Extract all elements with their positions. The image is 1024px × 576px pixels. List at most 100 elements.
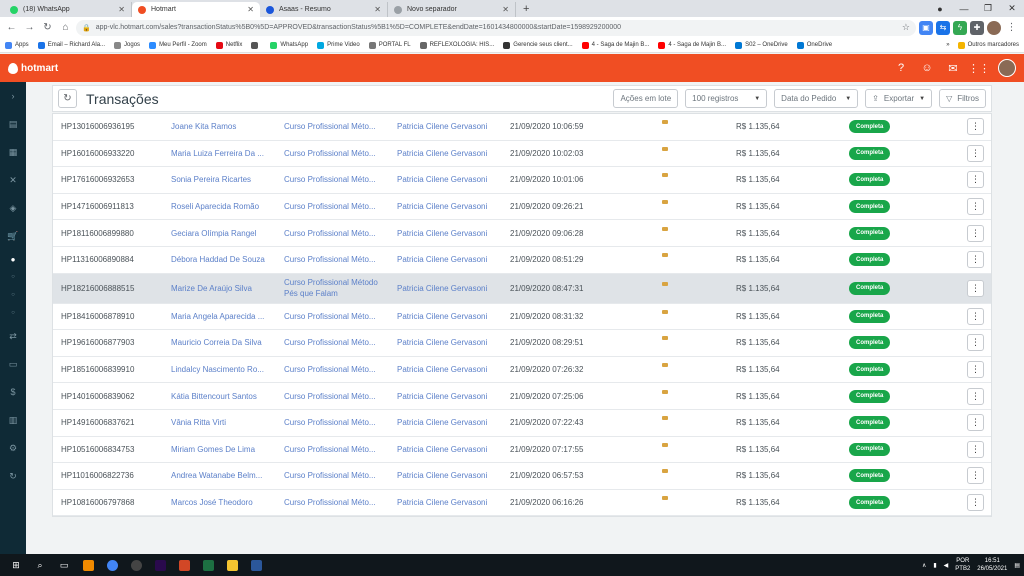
maximize-button[interactable]: ❐ xyxy=(976,0,1000,17)
affiliate-name-link[interactable]: Patricia Cilene Gervasoni xyxy=(397,365,487,374)
buyer-name-link[interactable]: Kátia Bittencourt Santos xyxy=(171,392,271,401)
row-actions-menu-button[interactable]: ⋮ xyxy=(967,198,984,216)
bookmark-item[interactable] xyxy=(251,41,261,49)
buyer-name-link[interactable]: Roseli Aparecida Romão xyxy=(171,202,271,211)
row-actions-menu-button[interactable]: ⋮ xyxy=(967,467,984,485)
row-actions-menu-button[interactable]: ⋮ xyxy=(967,361,984,379)
buyer-name-link[interactable]: Marcos José Theodoro xyxy=(171,498,271,507)
page-size-select[interactable]: 100 registros ▼ xyxy=(685,89,768,108)
refresh-icon[interactable]: ↻ xyxy=(0,462,26,490)
affiliate-name-link[interactable]: Patricia Cilene Gervasoni xyxy=(397,312,487,321)
transaction-code[interactable]: HP17616006932653 xyxy=(61,175,134,184)
bookmark-item[interactable]: Email – Richard Ala... xyxy=(37,41,105,49)
batch-actions-button[interactable]: Ações em lote xyxy=(613,89,679,108)
tools-icon[interactable]: ✕ xyxy=(0,166,26,194)
apps-grid-icon[interactable]: ⋮⋮ xyxy=(968,61,990,75)
recurrence-icon[interactable]: ⇄ xyxy=(0,322,26,350)
excel-app-icon[interactable] xyxy=(196,554,220,576)
table-row[interactable]: HP18416006878910 Maria Angela Aparecida .… xyxy=(53,304,991,331)
buyer-name-link[interactable]: Maria Angela Aparecida ... xyxy=(171,312,271,321)
help-icon[interactable]: ? xyxy=(894,61,908,75)
table-row[interactable]: HP10516006834753 Miriam Gomes De Lima Curs… xyxy=(53,437,991,464)
table-row[interactable]: HP11016006822736 Andrea Watanabe Belm... C… xyxy=(53,463,991,490)
lightning-extension-icon[interactable]: ϟ xyxy=(953,20,967,35)
product-name-link[interactable]: Curso Profissional Méto... xyxy=(284,174,384,185)
bookmark-item[interactable]: WhatsApp xyxy=(270,41,308,49)
transaction-code[interactable]: HP18516006839910 xyxy=(61,365,134,374)
transaction-code[interactable]: HP16016006933220 xyxy=(61,149,134,158)
product-name-link[interactable]: Curso Profissional Méto... xyxy=(284,228,384,239)
buyer-name-link[interactable]: Maria Luiza Ferreira Da ... xyxy=(171,149,271,158)
affiliate-name-link[interactable]: Patricia Cilene Gervasoni xyxy=(397,175,487,184)
affiliate-name-link[interactable]: Patricia Cilene Gervasoni xyxy=(397,122,487,131)
sort-select[interactable]: Data do Pedido ▼ xyxy=(774,89,859,108)
address-bar[interactable]: 🔒 app-vlc.hotmart.com/sales?transactionS… xyxy=(76,19,916,36)
affiliate-name-link[interactable]: Patricia Cilene Gervasoni xyxy=(397,392,487,401)
system-clock[interactable]: 16:51 26/05/2021 xyxy=(977,557,1007,573)
affiliate-name-link[interactable]: Patricia Cilene Gervasoni xyxy=(397,284,487,293)
close-tab-icon[interactable]: ✕ xyxy=(247,5,254,14)
transaction-code[interactable]: HP18216006888515 xyxy=(61,284,134,293)
other-bookmarks-folder[interactable]: Outros marcadores xyxy=(957,41,1019,49)
bookmark-item[interactable]: 4 - Saga de Majin B... xyxy=(658,41,726,49)
search-icon[interactable]: ⌕ xyxy=(28,554,52,576)
table-row[interactable]: HP16016006933220 Maria Luiza Ferreira Da … xyxy=(53,141,991,168)
profile-avatar-icon[interactable] xyxy=(987,20,1001,35)
filters-button[interactable]: ▽ Filtros xyxy=(939,89,986,108)
network-icon[interactable]: ▮ xyxy=(933,562,936,569)
buyer-name-link[interactable]: Miriam Gomes De Lima xyxy=(171,445,271,454)
buyer-name-link[interactable]: Débora Haddad De Souza xyxy=(171,255,271,264)
bookmark-item[interactable]: 4 - Saga de Majin B... xyxy=(581,41,649,49)
product-name-link[interactable]: Curso Profissional Método Pés que Falam xyxy=(284,277,384,299)
product-name-link[interactable]: Curso Profissional Méto... xyxy=(284,254,384,265)
table-row[interactable]: HP14916006837621 Vânia Ritta Virti Curso P… xyxy=(53,410,991,437)
buyer-name-link[interactable]: Lindalcy Nascimento Ro... xyxy=(171,365,271,374)
obs-app-icon[interactable] xyxy=(124,554,148,576)
sales-subitem-transactions[interactable]: ● xyxy=(0,250,26,268)
table-row[interactable]: HP17616006932653 Sonia Pereira Ricartes Cu… xyxy=(53,167,991,194)
buyer-name-link[interactable]: Sonia Pereira Ricartes xyxy=(171,175,271,184)
buyer-name-link[interactable]: Mauricio Correia Da Silva xyxy=(171,338,271,347)
bookmark-item[interactable]: Apps xyxy=(5,41,29,49)
reports-icon[interactable]: ▥ xyxy=(0,406,26,434)
table-row[interactable]: HP13016006936195 Joane Kita Ramos Curso Pr… xyxy=(53,114,991,141)
buyer-name-link[interactable]: Geciara Olímpia Rangel xyxy=(171,229,271,238)
expand-sidebar-icon[interactable]: › xyxy=(0,82,26,110)
tray-chevron-icon[interactable]: ∧ xyxy=(922,562,926,569)
table-row[interactable]: HP11316006890884 Débora Haddad De Souza Cu… xyxy=(53,247,991,274)
table-row[interactable]: HP14016006839062 Kátia Bittencourt Santos… xyxy=(53,383,991,410)
transaction-code[interactable]: HP14916006837621 xyxy=(61,418,134,427)
reload-icon[interactable]: ↻ xyxy=(40,20,55,35)
minimize-button[interactable]: — xyxy=(952,0,976,17)
product-name-link[interactable]: Curso Profissional Méto... xyxy=(284,417,384,428)
close-tab-icon[interactable]: ✕ xyxy=(502,5,509,14)
transaction-code[interactable]: HP11316006890884 xyxy=(61,255,134,264)
affiliate-name-link[interactable]: Patricia Cilene Gervasoni xyxy=(397,229,487,238)
buyer-name-link[interactable]: Vânia Ritta Virti xyxy=(171,418,271,427)
grid-icon[interactable]: ▦ xyxy=(0,138,26,166)
new-tab-button[interactable]: + xyxy=(516,2,536,17)
back-icon[interactable]: ← xyxy=(4,20,19,35)
refresh-button[interactable]: ↻ xyxy=(58,89,77,108)
table-row[interactable]: HP18116006899880 Geciara Olímpia Rangel Cu… xyxy=(53,220,991,247)
puzzle-extensions-icon[interactable]: ✚ xyxy=(970,20,984,35)
transaction-code[interactable]: HP18416006878910 xyxy=(61,312,134,321)
transaction-code[interactable]: HP10516006834753 xyxy=(61,445,134,454)
export-button[interactable]: ⇪ Exportar ▼ xyxy=(865,89,933,108)
row-actions-menu-button[interactable]: ⋮ xyxy=(967,494,984,512)
bookmark-item[interactable]: REFLEXOLOGIA: HIS... xyxy=(419,41,494,49)
row-actions-menu-button[interactable]: ⋮ xyxy=(967,334,984,352)
affiliate-name-link[interactable]: Patricia Cilene Gervasoni xyxy=(397,202,487,211)
row-actions-menu-button[interactable]: ⋮ xyxy=(967,118,984,136)
bookmark-item[interactable]: Prime Video xyxy=(317,41,360,49)
product-name-link[interactable]: Curso Profissional Méto... xyxy=(284,497,384,508)
table-row[interactable]: HP10816006797868 Marcos José Theodoro Curs… xyxy=(53,490,991,517)
products-icon[interactable]: ◈ xyxy=(0,194,26,222)
row-actions-menu-button[interactable]: ⋮ xyxy=(967,279,984,297)
forward-icon[interactable]: → xyxy=(22,20,37,35)
bookmark-item[interactable]: S02 – OneDrive xyxy=(735,41,788,49)
bookmark-item[interactable]: Netflix xyxy=(215,41,242,49)
translate-extension-icon[interactable]: ⇆ xyxy=(936,20,950,35)
transaction-code[interactable]: HP19616006877903 xyxy=(61,338,134,347)
transaction-code[interactable]: HP11016006822736 xyxy=(61,471,134,480)
